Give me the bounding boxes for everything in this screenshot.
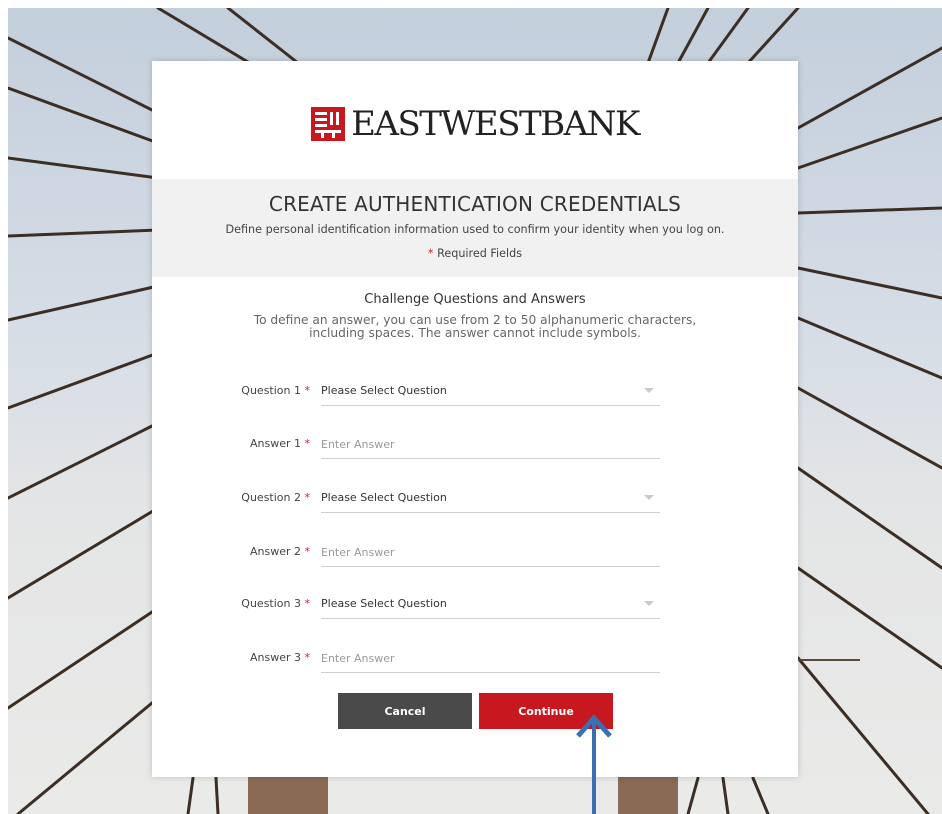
- answer-1-label: Answer 1 *: [250, 437, 310, 450]
- question-2-selected-value: Please Select Question: [321, 491, 447, 504]
- east-west-bank-logo-icon: [311, 107, 346, 141]
- page-subtitle: Define personal identification informati…: [225, 223, 725, 236]
- answer-2-field: [321, 540, 660, 567]
- answer-2-row: Answer 2 *: [152, 540, 798, 567]
- question-2-label-text: Question 2: [241, 491, 301, 504]
- question-1-select[interactable]: Please Select Question: [321, 379, 660, 406]
- answer-2-label: Answer 2 *: [250, 545, 310, 558]
- answer-1-label-text: Answer 1: [249, 437, 301, 450]
- credentials-card: EASTWESTBANK CREATE AUTHENTICATION CREDE…: [152, 61, 798, 777]
- chevron-down-icon: [644, 388, 654, 393]
- required-star: *: [427, 247, 434, 260]
- answer-2-label-text: Answer 2: [249, 545, 301, 558]
- required-star: *: [304, 437, 311, 450]
- required-star: *: [304, 491, 311, 504]
- page-title: CREATE AUTHENTICATION CREDENTIALS: [268, 192, 682, 216]
- answer-instructions: To define an answer, you can use from 2 …: [253, 313, 697, 340]
- answer-3-field: [321, 646, 660, 673]
- question-3-selected-value: Please Select Question: [321, 597, 447, 610]
- answer-3-label-text: Answer 3: [249, 651, 301, 664]
- annotation-arrow-up-icon: [576, 714, 612, 814]
- question-2-select[interactable]: Please Select Question: [321, 486, 660, 513]
- answer-3-label: Answer 3 *: [250, 651, 310, 664]
- chevron-down-icon: [644, 601, 654, 606]
- question-1-selected-value: Please Select Question: [321, 384, 447, 397]
- answer-2-input[interactable]: [321, 542, 651, 562]
- question-3-label: Question 3 *: [241, 597, 310, 610]
- answer-1-row: Answer 1 *: [152, 432, 798, 459]
- required-star: *: [304, 651, 311, 664]
- question-1-label: Question 1 *: [241, 384, 310, 397]
- header-band: CREATE AUTHENTICATION CREDENTIALS Define…: [152, 179, 798, 277]
- required-star: *: [304, 597, 311, 610]
- question-3-label-text: Question 3: [241, 597, 301, 610]
- bank-logo: EASTWESTBANK: [152, 99, 798, 149]
- required-fields-note: * Required Fields: [152, 247, 798, 260]
- required-fields-text: Required Fields: [437, 247, 523, 260]
- required-star: *: [304, 384, 311, 397]
- answer-3-row: Answer 3 *: [152, 646, 798, 673]
- answer-3-input[interactable]: [321, 648, 651, 668]
- chevron-down-icon: [644, 495, 654, 500]
- required-star: *: [304, 545, 311, 558]
- question-3-row: Question 3 * Please Select Question: [152, 592, 798, 619]
- answer-1-field: [321, 432, 660, 459]
- question-2-row: Question 2 * Please Select Question: [152, 486, 798, 513]
- bank-name: EASTWESTBANK: [351, 104, 640, 144]
- question-1-label-text: Question 1: [241, 384, 301, 397]
- answer-1-input[interactable]: [321, 434, 651, 454]
- cancel-button[interactable]: Cancel: [338, 693, 472, 729]
- question-2-label: Question 2 *: [241, 491, 310, 504]
- section-title: Challenge Questions and Answers: [364, 292, 586, 307]
- question-1-row: Question 1 * Please Select Question: [152, 379, 798, 406]
- question-3-select[interactable]: Please Select Question: [321, 592, 660, 619]
